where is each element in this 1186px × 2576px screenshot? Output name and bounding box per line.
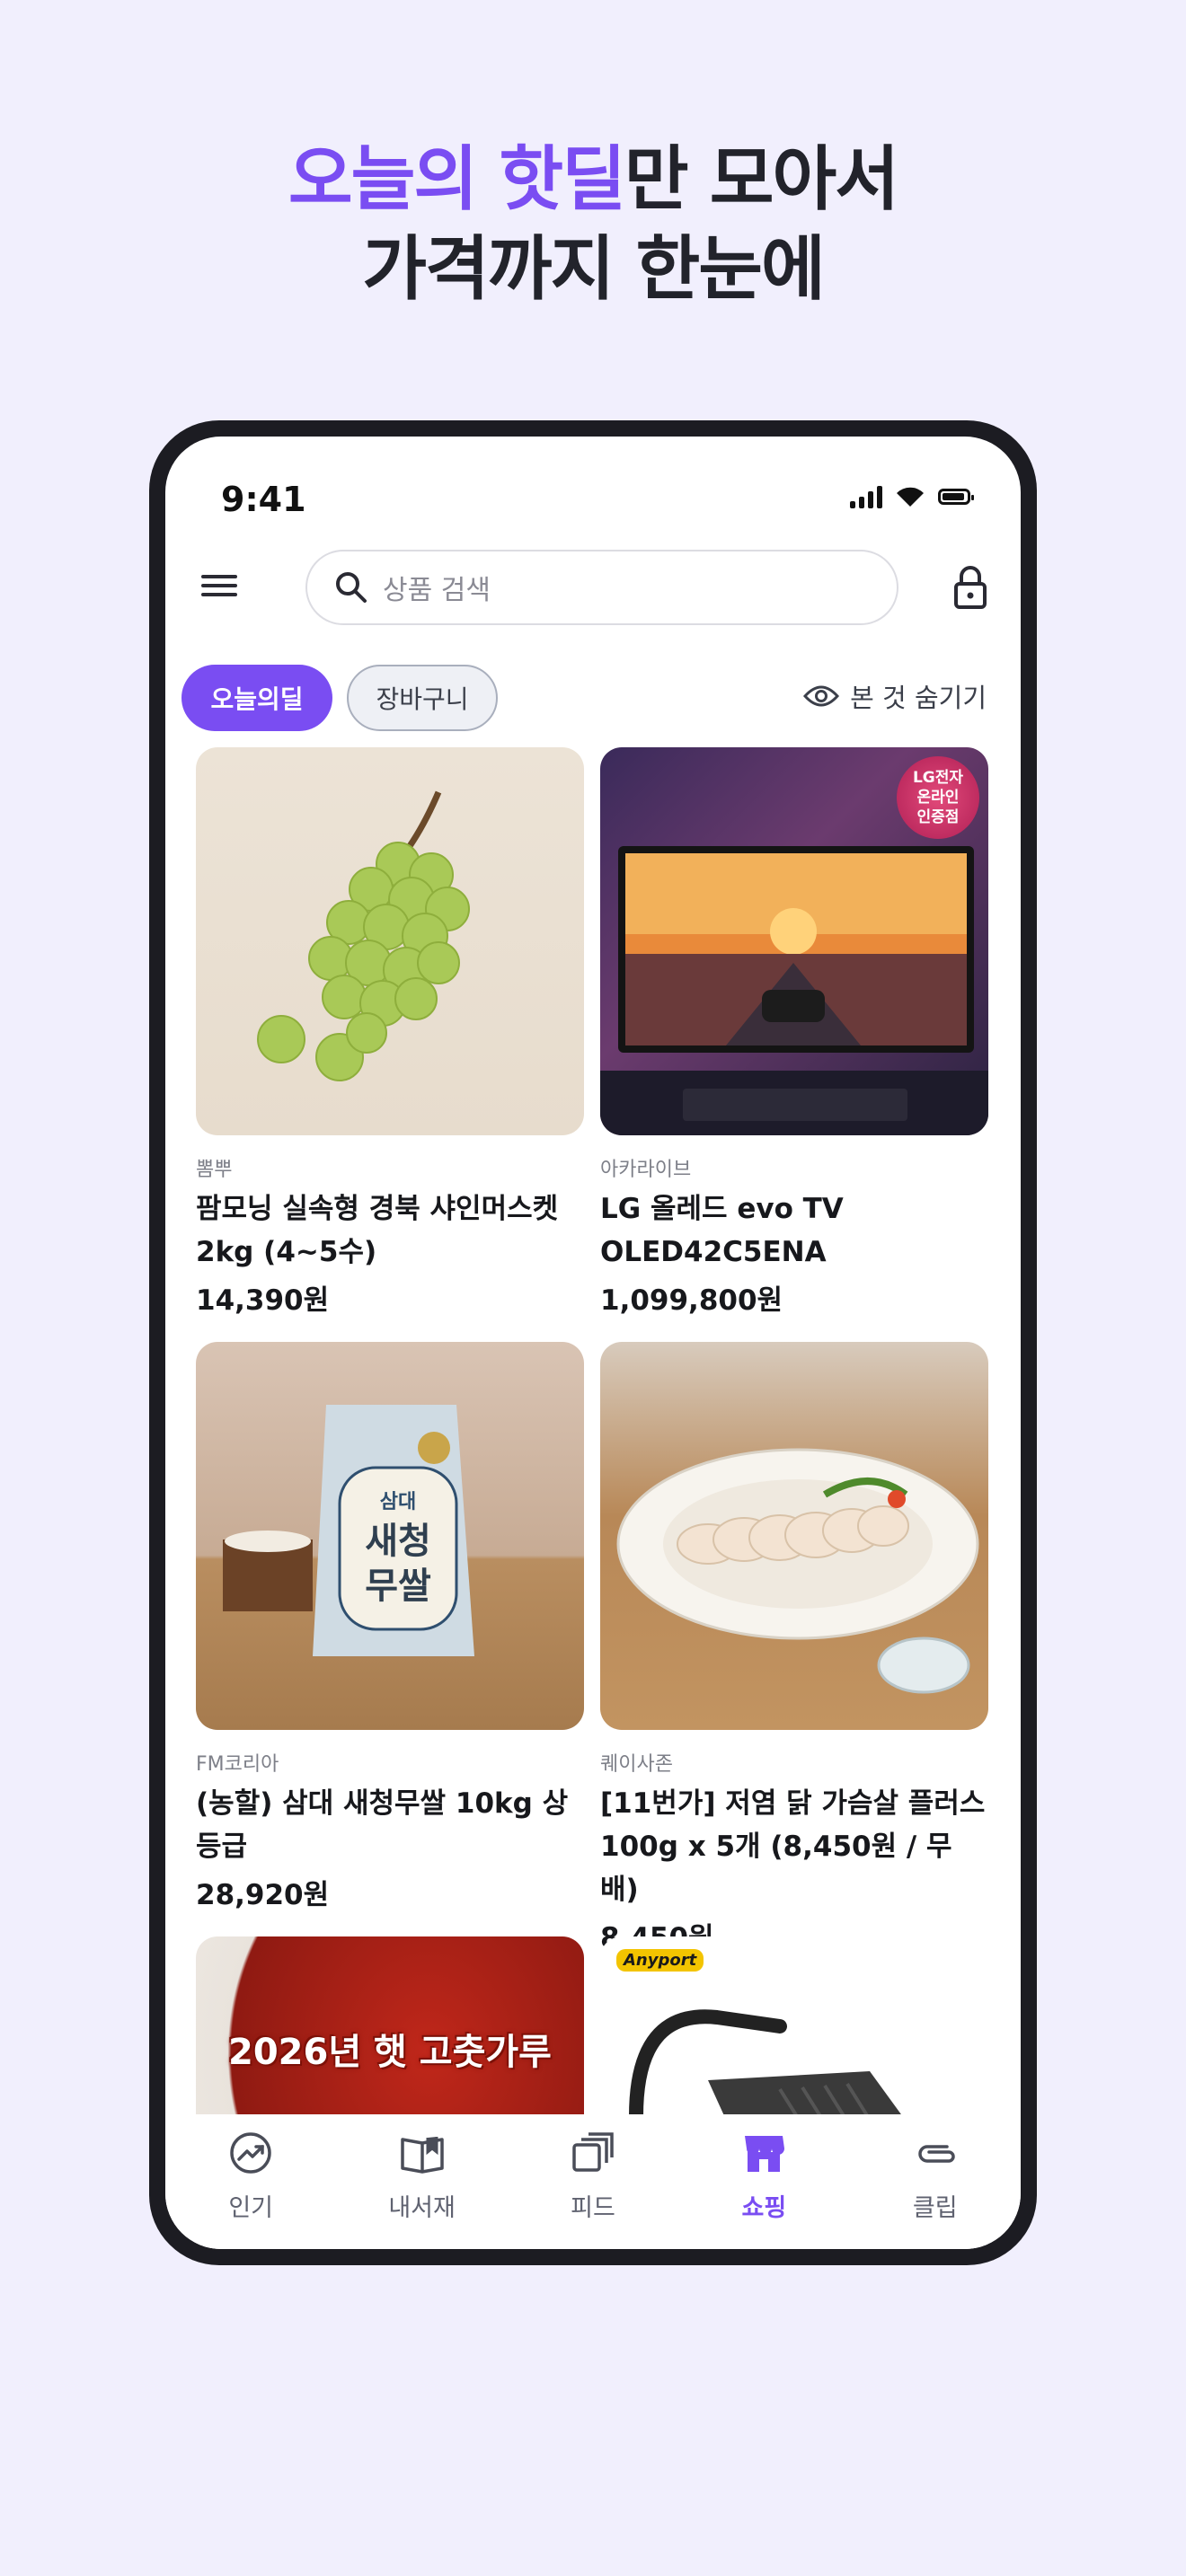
svg-text:새청: 새청	[365, 1521, 431, 1562]
shop-icon	[745, 2136, 785, 2172]
tab-clip[interactable]: 클립	[868, 2129, 1003, 2223]
clip-icon	[918, 2145, 955, 2163]
product-image-chicken	[600, 1342, 988, 1730]
hide-seen-toggle[interactable]: 본 것 숨기기	[803, 677, 987, 715]
tab-label: 쇼핑	[741, 2194, 787, 2222]
top-bar: 상품 검색	[165, 539, 1021, 638]
promo-headline: 오늘의 핫딜만 모아서 가격까지 한눈에	[0, 135, 1186, 314]
product-seller: 아카라이브	[600, 1159, 692, 1181]
phone-frame: 9:41 상품 검색 오늘의딜 장바구니 본 것 숨기기 뽐뿌 팜모닝 실속형 …	[149, 420, 1037, 2265]
lg-official-badge: LG전자 온라인 인증점	[897, 756, 979, 839]
headline-line1-rest: 만 모아서	[624, 139, 899, 220]
tab-label: 인기	[228, 2194, 274, 2222]
bottom-tab-bar: 인기 내서재 피드 쇼핑 클립	[165, 2114, 1021, 2249]
wifi-icon	[897, 487, 924, 507]
product-title: 팜모닝 실속형 경북 샤인머스켓 2kg (4~5수)	[196, 1193, 559, 1268]
chip-today-deals[interactable]: 오늘의딜	[181, 665, 332, 731]
status-bar: 9:41	[165, 437, 1021, 535]
filter-chips: 오늘의딜 장바구니 본 것 숨기기	[181, 665, 1008, 733]
product-title: LG 올레드 evo TV OLED42C5ENA	[600, 1193, 844, 1268]
product-price: 28,920원	[196, 1879, 330, 1911]
product-seller: 퀘이사존	[600, 1753, 673, 1776]
book-icon	[400, 2137, 444, 2174]
trending-icon	[230, 2132, 271, 2174]
product-card[interactable]: 삼대 새청 무쌀 FM코리아 (농할) 삼대 새청무쌀 10kg 상등급 28,…	[196, 1342, 584, 1912]
tab-library[interactable]: 내서재	[355, 2129, 490, 2223]
lock-icon[interactable]	[949, 564, 992, 611]
product-card[interactable]: 퀘이사존 [11번가] 저염 닭 가슴살 플러스 100g x 5개 (8,45…	[600, 1342, 988, 1955]
status-time: 9:41	[221, 480, 306, 519]
product-price: 14,390원	[196, 1284, 330, 1317]
feed-icon	[572, 2132, 614, 2172]
headline-line2: 가격까지 한눈에	[362, 229, 825, 310]
product-image-grapes	[196, 747, 584, 1135]
tab-label: 내서재	[388, 2194, 456, 2222]
search-placeholder: 상품 검색	[383, 575, 491, 606]
badge-text: LG전자 온라인 인증점	[912, 769, 964, 826]
search-input[interactable]: 상품 검색	[305, 550, 898, 625]
battery-icon	[938, 489, 974, 505]
product-title: (농할) 삼대 새청무쌀 10kg 상등급	[196, 1787, 569, 1863]
svg-text:무쌀: 무쌀	[365, 1566, 431, 1607]
tab-shopping[interactable]: 쇼핑	[696, 2129, 831, 2223]
menu-icon[interactable]	[201, 569, 237, 605]
product-price: 1,099,800원	[600, 1284, 783, 1317]
app-screen: 9:41 상품 검색 오늘의딜 장바구니 본 것 숨기기 뽐뿌 팜모닝 실속형 …	[165, 437, 1021, 2249]
product-card[interactable]: LG전자 온라인 인증점 아카라이브 LG 올레드 evo TV OLED42C…	[600, 747, 988, 1318]
product-image-tv: LG전자 온라인 인증점	[600, 747, 988, 1135]
product-card[interactable]: 뽐뿌 팜모닝 실속형 경북 샤인머스켓 2kg (4~5수) 14,390원	[196, 747, 584, 1318]
hide-seen-label: 본 것 숨기기	[850, 683, 987, 713]
tab-feed[interactable]: 피드	[526, 2129, 660, 2223]
chili-powder-image-text: 2026년 햇 고춧가루	[228, 2032, 552, 2073]
search-icon	[336, 572, 367, 603]
product-title: [11번가] 저염 닭 가슴살 플러스 100g x 5개 (8,450원 / …	[600, 1787, 986, 1906]
status-icons	[850, 485, 974, 508]
headline-accent: 오늘의 핫딜	[288, 139, 626, 220]
tab-popular[interactable]: 인기	[183, 2129, 318, 2223]
product-seller: 뽐뿌	[196, 1159, 233, 1181]
eye-icon	[803, 685, 840, 707]
chip-cart[interactable]: 장바구니	[347, 665, 498, 731]
tab-label: 클립	[912, 2194, 958, 2222]
anyport-logo: Anyport	[616, 1949, 704, 1972]
svg-text:삼대: 삼대	[380, 1491, 416, 1513]
signal-icon	[850, 485, 882, 508]
product-image-rice: 삼대 새청 무쌀	[196, 1342, 584, 1730]
product-seller: FM코리아	[196, 1753, 279, 1776]
tab-label: 피드	[571, 2194, 615, 2222]
